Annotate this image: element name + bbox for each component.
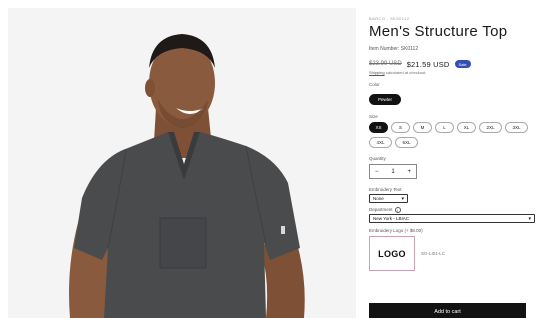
add-to-cart-button[interactable]: Add to cart: [369, 303, 526, 318]
size-option-s[interactable]: S: [391, 122, 410, 133]
size-option-4xl[interactable]: 4XL: [369, 137, 392, 148]
logo-swatch[interactable]: LOGO: [369, 236, 415, 271]
size-options: XS S M L XL 2XL 3XL 4XL 5XL: [369, 122, 537, 148]
department-label: Department: [369, 207, 393, 212]
product-title: Men's Structure Top: [369, 23, 508, 40]
color-option-pewter[interactable]: Pewter: [369, 94, 401, 105]
product-vendor: BARCO - SKS0112: [369, 16, 410, 21]
quantity-label: Quantity: [369, 156, 386, 161]
size-option-m[interactable]: M: [413, 122, 432, 133]
price-row: $23.99 USD $21.59 USD Sale: [369, 59, 537, 69]
color-label: Color: [369, 82, 380, 87]
embroidery-logo-label: Embroidery Logo (+ $8.00): [369, 228, 423, 233]
quantity-increase-button[interactable]: +: [407, 169, 411, 175]
embroidery-text-label: Embroidery Text: [369, 187, 402, 192]
size-option-2xl[interactable]: 2XL: [479, 122, 502, 133]
quantity-decrease-button[interactable]: −: [375, 169, 379, 175]
product-photo-illustration: [8, 8, 356, 318]
size-option-l[interactable]: L: [435, 122, 454, 133]
caret-down-icon: ▾: [528, 215, 531, 222]
size-option-5xl[interactable]: 5XL: [395, 137, 418, 148]
size-option-3xl[interactable]: 3XL: [505, 122, 528, 133]
embroidery-text-select[interactable]: None ▾: [369, 194, 408, 203]
embroidery-logo-option: LOGO SG-LI01-LC: [369, 236, 537, 271]
shipping-note-text: calculated at checkout.: [384, 70, 427, 75]
department-value: New York - LBIAC: [373, 216, 410, 221]
item-number: Item Number: SK0112: [369, 46, 419, 52]
sale-badge: Sale: [454, 60, 471, 68]
embroidery-text-value: None: [373, 196, 384, 201]
shipping-link[interactable]: Shipping: [369, 70, 385, 75]
quantity-stepper: − 1 +: [369, 164, 417, 179]
department-label-row: Department i: [369, 206, 537, 213]
department-select[interactable]: New York - LBIAC ▾: [369, 214, 535, 223]
size-label: Size: [369, 114, 378, 119]
product-image[interactable]: [8, 8, 356, 318]
sale-price: $21.59 USD: [406, 59, 450, 69]
regular-price: $23.99 USD: [369, 61, 402, 67]
size-option-xl[interactable]: XL: [457, 122, 476, 133]
info-icon[interactable]: i: [394, 206, 401, 213]
size-option-xs[interactable]: XS: [369, 122, 388, 133]
caret-down-icon: ▾: [401, 195, 404, 202]
product-info: BARCO - SKS0112 Men's Structure Top Item…: [369, 16, 537, 271]
logo-code: SG-LI01-LC: [421, 251, 446, 256]
shipping-note: Shipping calculated at checkout.: [369, 70, 537, 76]
quantity-input[interactable]: 1: [391, 169, 394, 175]
